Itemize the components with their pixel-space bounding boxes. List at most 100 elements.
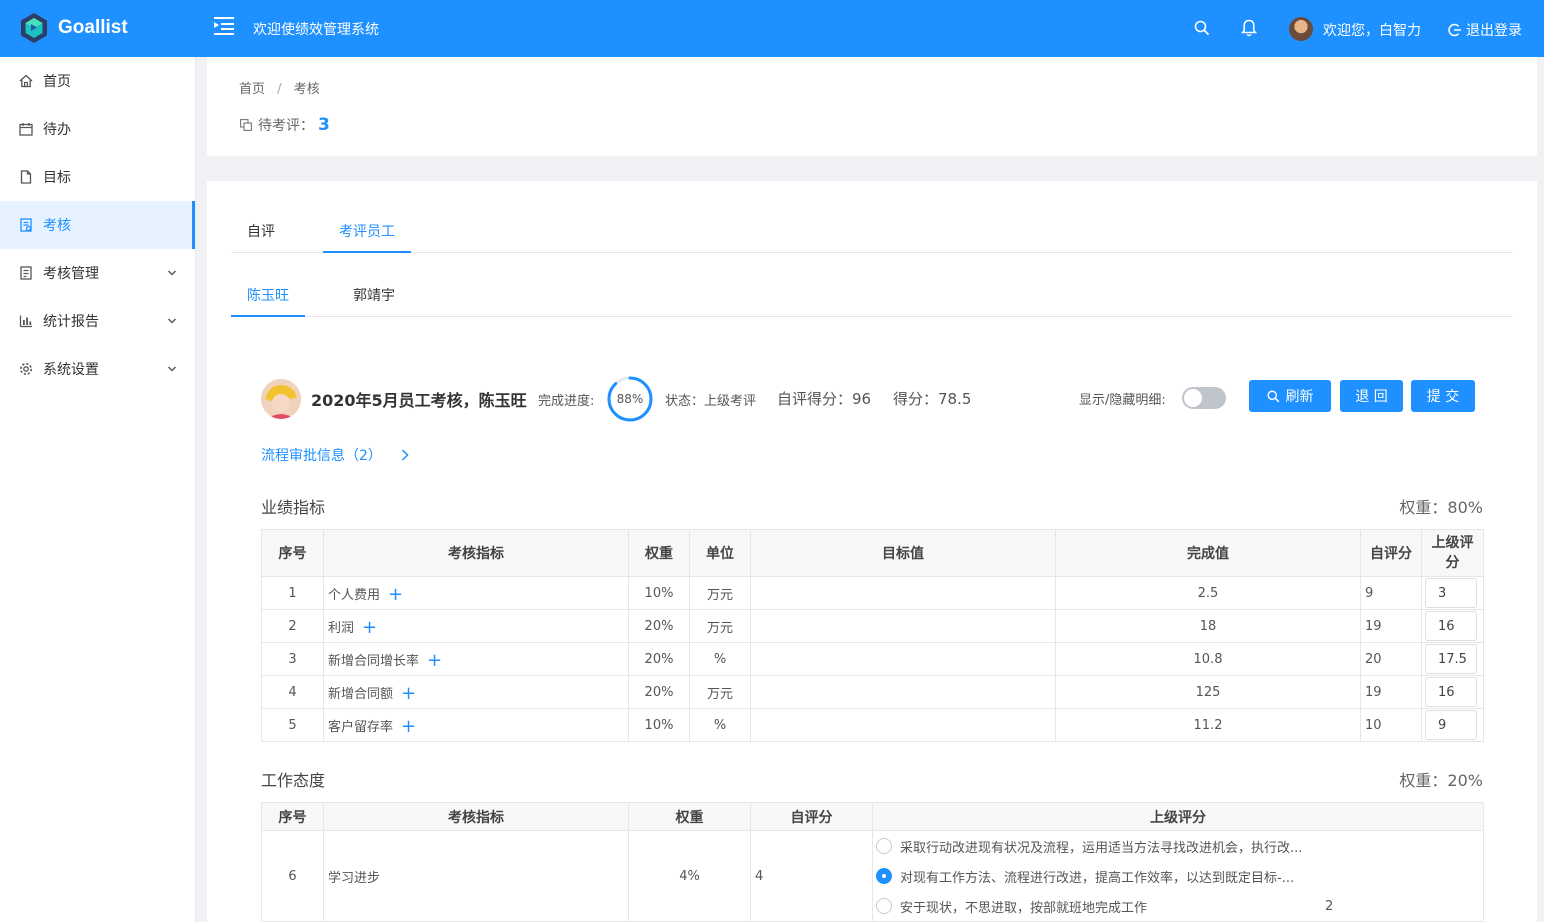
table-header-row: 序号 考核指标 权重 自评分 上级评分 — [261, 802, 1484, 831]
col-superior-score: 上级评分 — [1421, 529, 1484, 577]
radio-option-score: 2 — [1325, 898, 1334, 914]
approval-flow-link[interactable]: 流程审批信息（2） — [261, 445, 410, 465]
superior-score-input[interactable]: 16 — [1425, 611, 1477, 641]
chevron-down-icon — [168, 318, 176, 324]
chevron-right-icon — [401, 449, 409, 461]
cell-weight: 4% — [628, 830, 751, 922]
cell-weight: 20% — [628, 609, 690, 643]
cell-weight: 10% — [628, 576, 690, 610]
logo-text: Goallist — [58, 17, 128, 38]
final-score: 得分：78.5 — [893, 390, 972, 408]
cell-target — [750, 609, 1056, 643]
cell-indicator: 利润 + — [323, 609, 629, 643]
breadcrumb-separator: / — [277, 82, 282, 97]
logo[interactable]: Goallist — [18, 12, 128, 44]
tab-review-staff[interactable]: 考评员工 — [323, 213, 411, 253]
sidebar-item-todo[interactable]: 待办 — [0, 105, 195, 153]
expand-plus-icon[interactable]: + — [401, 716, 416, 737]
cell-target — [750, 708, 1056, 742]
logout-button[interactable]: 退出登录 — [1448, 20, 1522, 40]
refresh-label: 刷新 — [1285, 389, 1314, 405]
menu-fold-icon[interactable] — [214, 16, 236, 36]
search-icon — [1266, 389, 1279, 402]
main-card: 自评 考评员工 陈玉旺 郭靖宇 2020年5月员工考核，陈玉旺 完成进度: 88… — [207, 181, 1537, 922]
approval-flow-label: 流程审批信息（2） — [261, 448, 382, 464]
chevron-down-icon — [168, 366, 176, 372]
clipboard-icon — [20, 266, 32, 280]
superior-score-input[interactable]: 9 — [1425, 710, 1477, 740]
welcome-text: 欢迎您，白智力 — [1323, 23, 1421, 39]
submit-button[interactable]: 提 交 — [1411, 380, 1475, 412]
cell-target — [750, 642, 1056, 676]
cell-weight: 10% — [628, 708, 690, 742]
cell-no: 1 — [261, 576, 324, 610]
radio-option-label: 采取行动改进现有状况及流程，运用适当方法寻找改进机会，执行改... — [900, 840, 1303, 856]
sidebar-item-assessment[interactable]: 考核 — [0, 201, 195, 249]
cell-superior-score: 3 — [1421, 576, 1484, 610]
cell-self-score: 9 — [1360, 576, 1422, 610]
sidebar-item-home[interactable]: 首页 — [0, 57, 195, 105]
employee-avatar — [261, 379, 301, 419]
avatar-image — [261, 379, 301, 419]
sidebar-item-reports[interactable]: 统计报告 — [0, 297, 195, 345]
switch-knob — [1184, 389, 1202, 407]
sidebar-item-assessment-mgmt[interactable]: 考核管理 — [0, 249, 195, 297]
refresh-button[interactable]: 刷新 — [1249, 380, 1331, 412]
detail-toggle-switch[interactable] — [1182, 387, 1226, 409]
cell-unit: 万元 — [689, 609, 751, 643]
return-button[interactable]: 退 回 — [1340, 380, 1403, 412]
attitude-weight: 权重：20% — [1399, 771, 1483, 790]
bell-icon[interactable] — [1241, 19, 1257, 37]
cell-indicator: 客户留存率 + — [323, 708, 629, 742]
tab-employee-guo[interactable]: 郭靖宇 — [337, 277, 411, 317]
cell-actual: 2.5 — [1055, 576, 1361, 610]
expand-plus-icon[interactable]: + — [401, 683, 416, 704]
expand-plus-icon[interactable]: + — [362, 617, 377, 638]
cell-actual: 18 — [1055, 609, 1361, 643]
search-icon[interactable] — [1194, 20, 1210, 36]
breadcrumb-home[interactable]: 首页 — [239, 82, 265, 97]
sidebar-item-settings[interactable]: 系统设置 — [0, 345, 195, 393]
radio-button[interactable] — [876, 838, 892, 854]
superior-radio-option[interactable]: 安于现状，不思进取，按部就班地完成工作 2 — [873, 891, 1483, 921]
tab-self-review[interactable]: 自评 — [231, 213, 291, 253]
superior-score-input[interactable]: 16 — [1425, 677, 1477, 707]
performance-section-title: 业绩指标 — [261, 498, 326, 517]
tab-employee-chen[interactable]: 陈玉旺 — [231, 277, 305, 317]
logout-label: 退出登录 — [1466, 23, 1522, 39]
cell-indicator: 个人费用 + — [323, 576, 629, 610]
expand-plus-icon[interactable]: + — [427, 650, 442, 671]
col-actual: 完成值 — [1055, 529, 1361, 577]
cell-superior-score: 17.5 — [1421, 642, 1484, 676]
superior-score-input[interactable]: 3 — [1425, 578, 1477, 608]
col-unit: 单位 — [689, 529, 751, 577]
radio-button[interactable] — [876, 868, 892, 884]
sidebar-item-goals[interactable]: 目标 — [0, 153, 195, 201]
breadcrumb: 首页 / 考核 — [239, 78, 320, 97]
table-row: 6 学习进步 4% 4 采取行动改进现有状况及流程，运用适当方法寻找改进机会，执… — [261, 830, 1484, 922]
review-summary: 2020年5月员工考核，陈玉旺 完成进度: 88% 状态：上级考评 自评得分：9… — [261, 376, 1483, 422]
chevron-down-icon — [168, 270, 176, 276]
superior-score-input[interactable]: 17.5 — [1425, 644, 1477, 674]
sidebar-item-label: 待办 — [43, 122, 71, 138]
expand-plus-icon[interactable]: + — [388, 584, 403, 605]
radio-button[interactable] — [876, 898, 892, 914]
cell-no: 4 — [261, 675, 324, 709]
table-row: 5 客户留存率 +10%% 11.2 10 9 — [261, 708, 1484, 742]
table-header-row: 序号 考核指标 权重 单位 目标值 完成值 自评分 上级评分 — [261, 529, 1484, 577]
superior-radio-option[interactable]: 对现有工作方法、流程进行改进，提高工作效率，以达到既定目标-... — [873, 861, 1483, 891]
cell-superior-options: 采取行动改进现有状况及流程，运用适当方法寻找改进机会，执行改... 对现有工作方法… — [872, 830, 1484, 922]
user-avatar[interactable] — [1289, 17, 1313, 41]
col-superior-score: 上级评分 — [872, 802, 1484, 831]
performance-weight: 权重：80% — [1399, 498, 1483, 517]
cell-indicator: 学习进步 — [323, 830, 629, 922]
breadcrumb-current: 考核 — [293, 82, 320, 97]
superior-radio-option[interactable]: 采取行动改进现有状况及流程，运用适当方法寻找改进机会，执行改... — [873, 831, 1483, 861]
col-indicator: 考核指标 — [323, 802, 629, 831]
logout-icon — [1448, 23, 1461, 37]
table-row: 3 新增合同增长率 +20%% 10.8 20 17.5 — [261, 642, 1484, 676]
sidebar-item-label: 统计报告 — [43, 314, 99, 330]
cell-actual: 11.2 — [1055, 708, 1361, 742]
review-title: 2020年5月员工考核，陈玉旺 — [311, 391, 527, 410]
table-row: 4 新增合同额 +20% 万元 125 19 16 — [261, 675, 1484, 709]
